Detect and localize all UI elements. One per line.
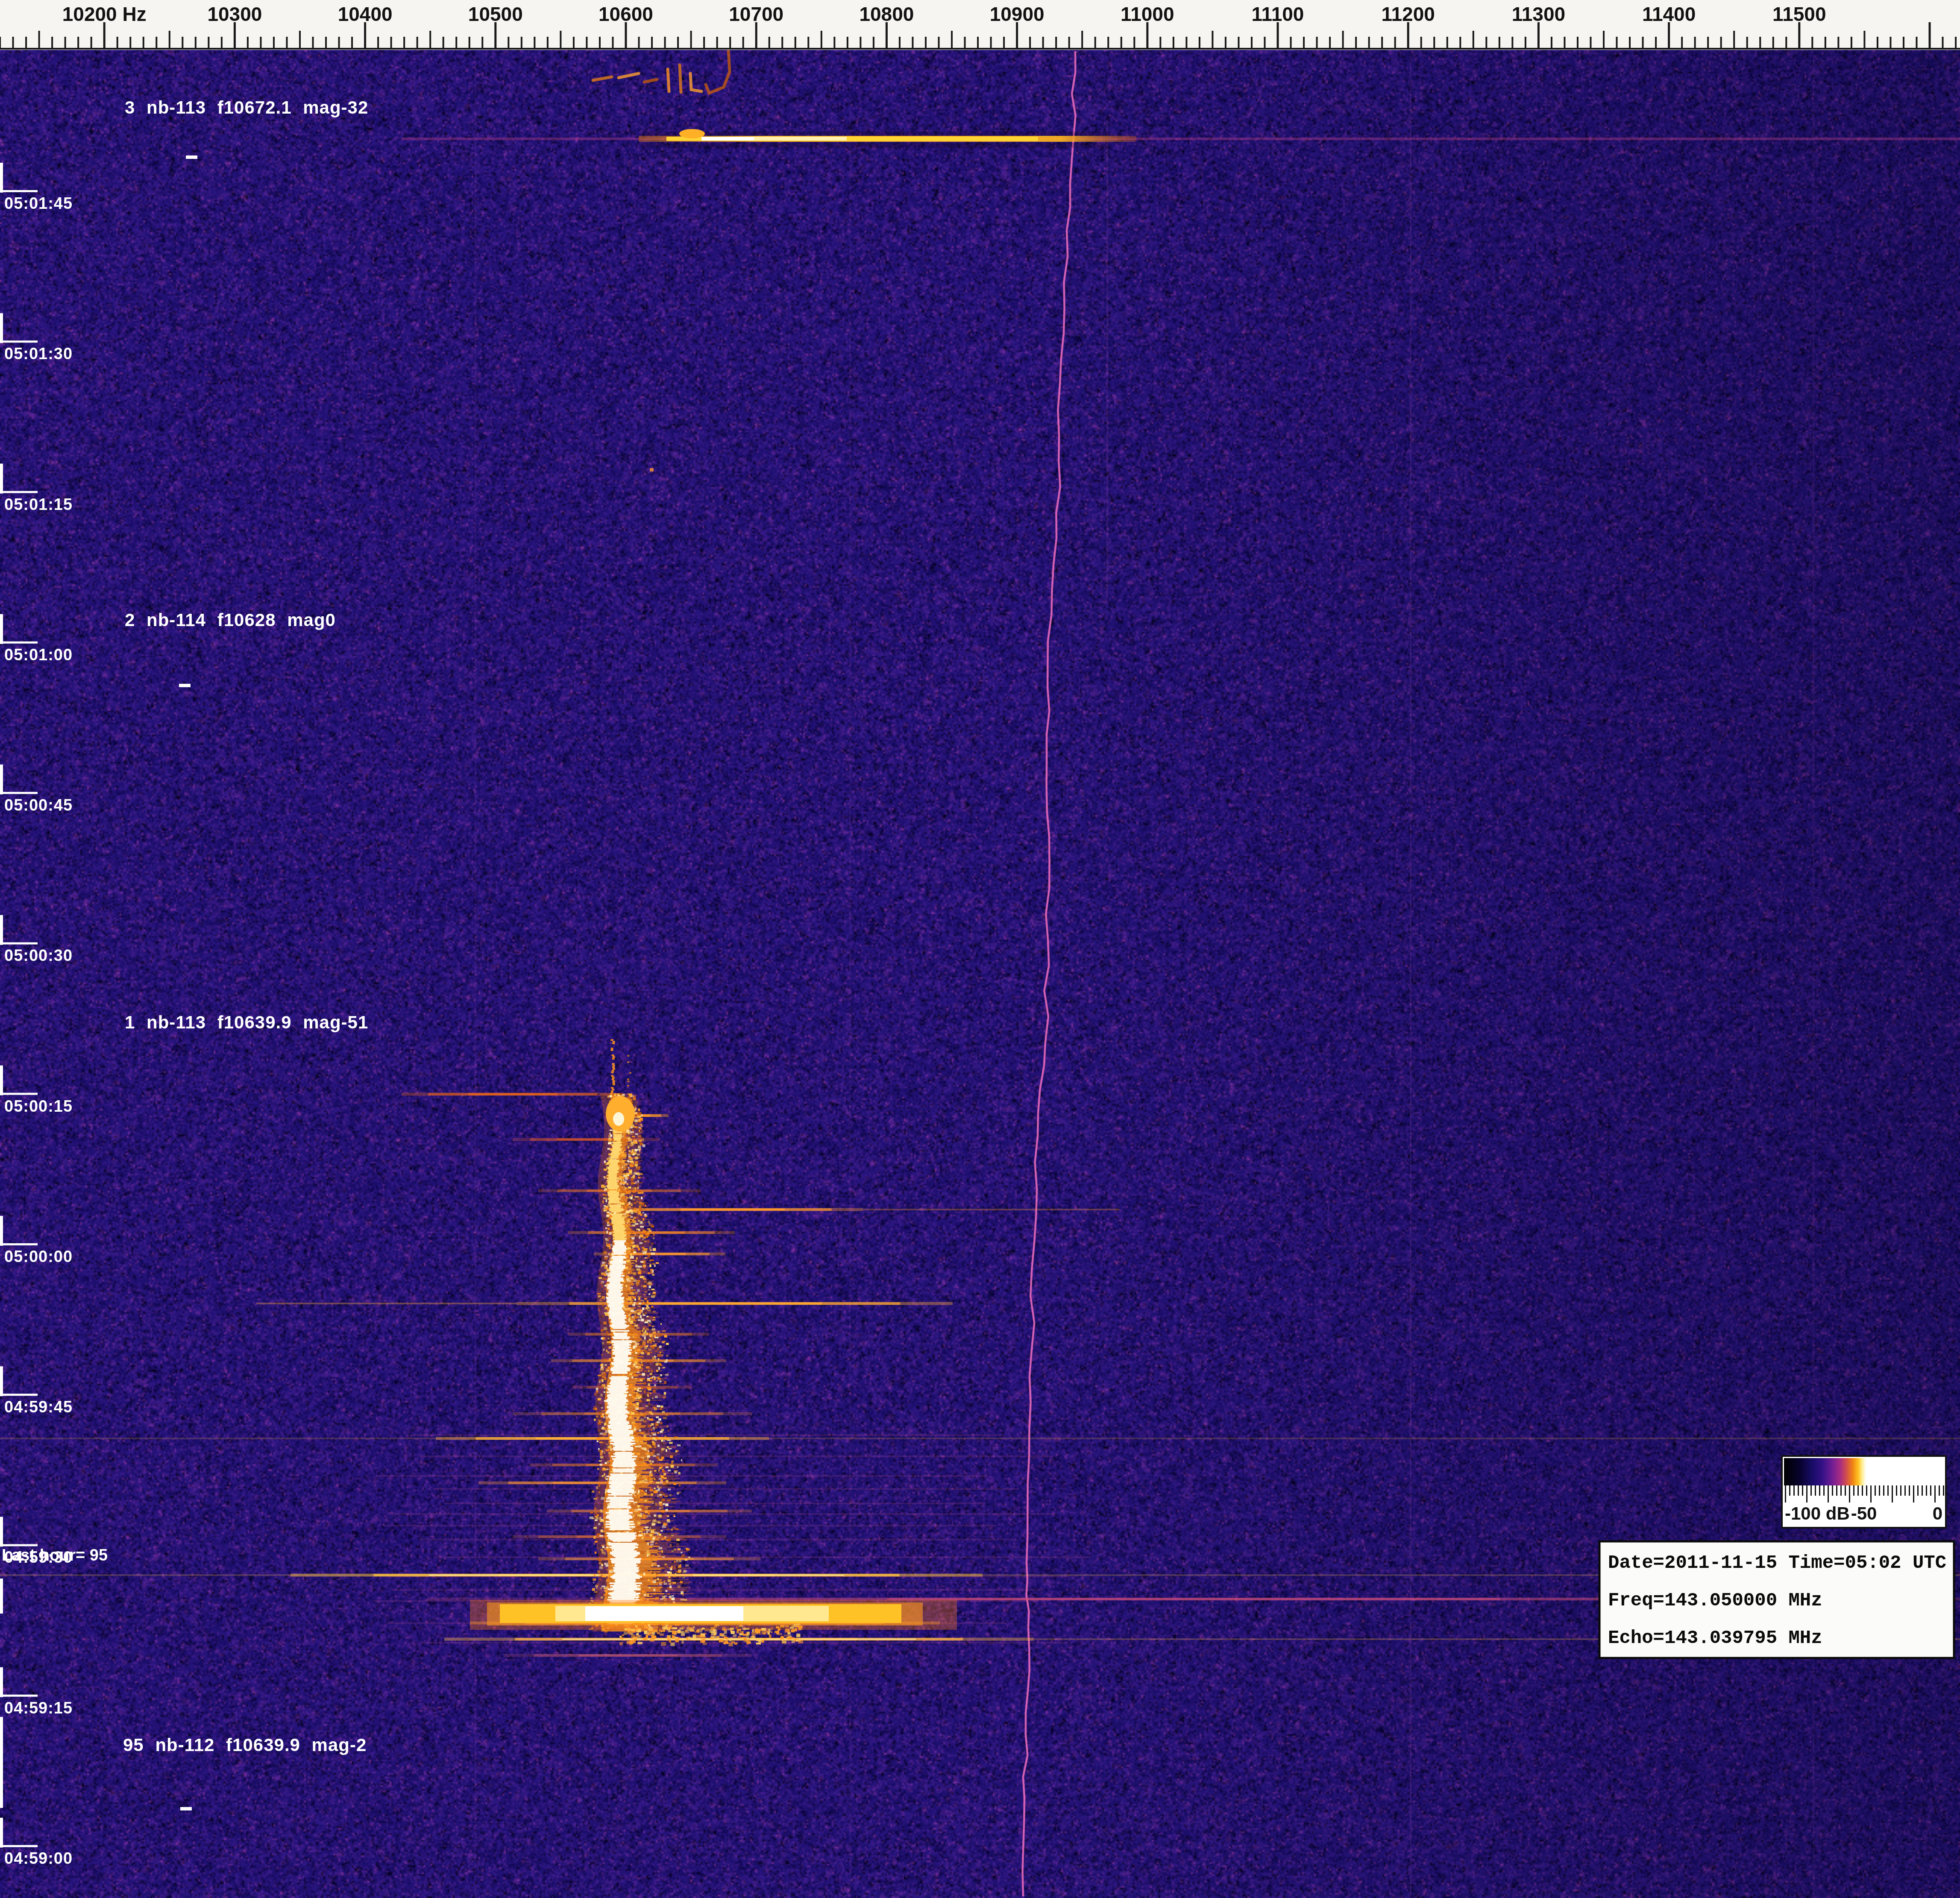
freq-axis-label: 11000 — [1121, 3, 1174, 26]
time-axis-label: 05:01:00 — [4, 646, 73, 664]
freq-axis-label: 10700 — [729, 3, 783, 26]
time-axis-label: 05:00:15 — [4, 1097, 73, 1116]
colorbar-label-mid: -50 — [1851, 1503, 1877, 1524]
colorbar-label-min: -100 dB — [1785, 1503, 1850, 1524]
freq-axis-label: 10400 — [338, 3, 393, 26]
time-axis-label: 05:00:00 — [4, 1248, 73, 1266]
freq-axis-label: 10200 Hz — [62, 3, 147, 26]
colorbar-label-max: 0 — [1933, 1503, 1942, 1524]
time-axis-label: 05:00:45 — [4, 796, 73, 814]
freq-axis-label: 11400 — [1642, 3, 1696, 26]
info-date-time: Date=2011-11-15 Time=05:02 UTC — [1608, 1552, 1946, 1573]
meteor-event-annotation: 3 nb-113 f10672.1 mag-32 — [125, 97, 368, 118]
last-hour-count: Last hour= 95 — [2, 1546, 108, 1564]
freq-axis-label: 10300 — [207, 3, 262, 26]
freq-axis-label: 11300 — [1512, 3, 1565, 26]
freq-axis-label: 10500 — [468, 3, 523, 26]
spectrogram-display: 10200 Hz 10300 10400 10500 10600 10700 10800 10… — [0, 0, 1960, 1898]
time-axis-label: 05:01:15 — [4, 495, 73, 514]
event-marker-dash — [180, 1807, 192, 1810]
time-axis-label: 05:01:30 — [4, 345, 73, 363]
event-marker-dash — [186, 155, 197, 159]
freq-axis-label: 10600 — [599, 3, 653, 26]
freq-axis-label: 11500 — [1772, 3, 1826, 26]
freq-axis-label: 10900 — [990, 3, 1045, 26]
freq-axis-label: 11100 — [1252, 3, 1304, 26]
event-marker-dash — [179, 684, 191, 687]
time-axis-label: 05:00:30 — [4, 946, 73, 965]
meteor-event-annotation: 1 nb-113 f10639.9 mag-51 — [125, 1012, 368, 1033]
time-axis-label: 04:59:45 — [4, 1398, 73, 1416]
time-axis-label: 05:01:45 — [4, 194, 73, 213]
time-axis-label: 04:59:00 — [4, 1849, 73, 1868]
meteor-event-annotation: 95 nb-112 f10639.9 mag-2 — [123, 1735, 367, 1755]
info-echo-frequency: Echo=143.039795 MHz — [1608, 1627, 1822, 1649]
meteor-event-annotation: 2 nb-114 f10628 mag0 — [125, 610, 336, 630]
spectrogram-canvas — [0, 0, 1960, 1898]
info-frequency: Freq=143.050000 MHz — [1608, 1590, 1822, 1611]
freq-axis-label: 11200 — [1381, 3, 1435, 26]
freq-axis-label: 10800 — [859, 3, 914, 26]
time-axis-label: 04:59:15 — [4, 1699, 73, 1717]
